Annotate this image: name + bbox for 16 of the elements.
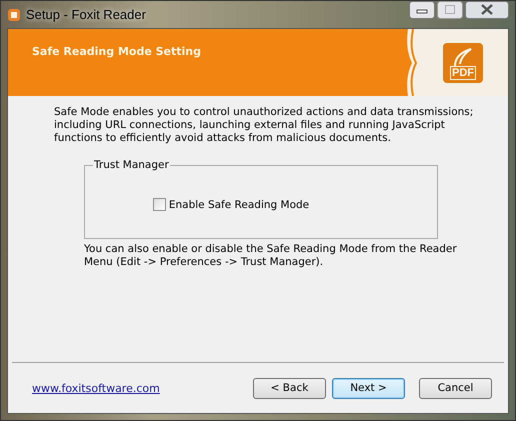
maximize-icon[interactable]: [437, 1, 463, 19]
note-text: You can also enable or disable the Safe Reading Mode from the Reader Menu (Edit -> Preferences -> Trust Manager).: [84, 243, 458, 269]
close-icon[interactable]: [465, 1, 509, 19]
wizard-button[interactable]: < Back: [253, 378, 326, 398]
window-title: Setup - Foxit Reader: [26, 7, 146, 22]
intro-text: Safe Mode enables you to control unauthorized actions and data transmissions; including URL connections, launching external files and running JavaScript functions to efficiently avoid attacks from malicious documents.: [54, 106, 474, 145]
wizard-button[interactable]: Next >: [332, 378, 405, 398]
minimize-icon[interactable]: [409, 1, 435, 19]
safe-mode-checkbox[interactable]: Enable Safe Reading Mode: [152, 198, 310, 211]
group-title: Trust Manager: [93, 159, 170, 171]
app-icon: [7, 8, 21, 22]
website-link[interactable]: www.foxitsoftware.com: [32, 382, 160, 394]
page-curl-icon: [453, 48, 473, 66]
wizard-button[interactable]: Cancel: [419, 378, 492, 398]
logo-text: PDF: [450, 66, 476, 80]
header-title: Safe Reading Mode Setting: [32, 45, 201, 58]
